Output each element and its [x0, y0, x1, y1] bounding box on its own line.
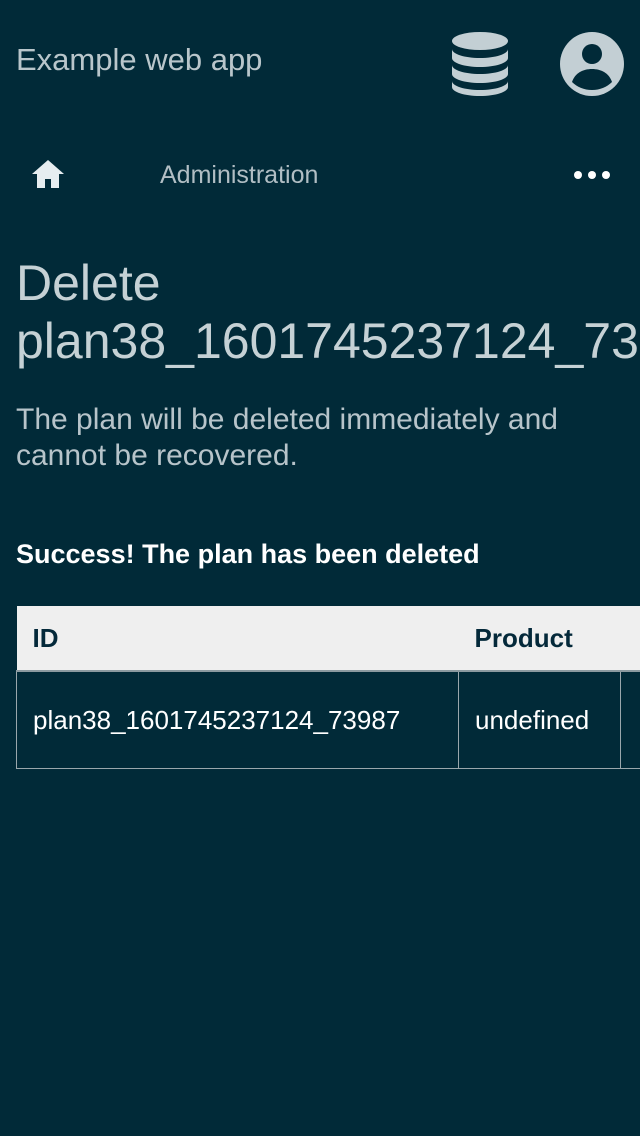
page-title: Delete plan38_1601745237124_73987: [16, 254, 640, 370]
page-title-line2: plan38_1601745237124_73987: [16, 313, 640, 369]
cell-product: undefined: [458, 670, 621, 769]
database-icon: [452, 32, 508, 96]
table-row: plan38_1601745237124_73987 undefined: [16, 670, 640, 769]
plans-table: ID Product plan38_1601745237124_73987 un…: [16, 606, 640, 769]
success-message: Success! The plan has been deleted: [16, 539, 480, 569]
column-header-product: Product: [458, 606, 621, 672]
table-header-row: ID Product: [16, 606, 640, 672]
app-title: Example web app: [16, 42, 263, 77]
column-header-id: ID: [16, 606, 459, 672]
cell-plan-id: plan38_1601745237124_73987: [16, 670, 459, 769]
database-button[interactable]: [448, 30, 512, 98]
column-header-extra: [620, 606, 640, 672]
home-icon: [32, 160, 64, 188]
more-horizontal-icon: [574, 171, 610, 179]
app-header: Example web app: [0, 0, 640, 124]
account-button[interactable]: [558, 30, 626, 98]
page-description: The plan will be deleted immediately and…: [16, 403, 558, 472]
account-circle-icon: [560, 32, 624, 96]
nav-link-administration[interactable]: Administration: [160, 161, 318, 190]
page: Example web app Administration Delete pl…: [0, 0, 640, 1136]
more-menu-button[interactable]: [570, 160, 614, 190]
cell-extra: [620, 670, 640, 769]
nav-bar: Administration: [0, 146, 640, 204]
plans-table-container[interactable]: ID Product plan38_1601745237124_73987 un…: [16, 606, 640, 769]
home-button[interactable]: [28, 154, 68, 194]
page-title-line1: Delete: [16, 255, 161, 311]
